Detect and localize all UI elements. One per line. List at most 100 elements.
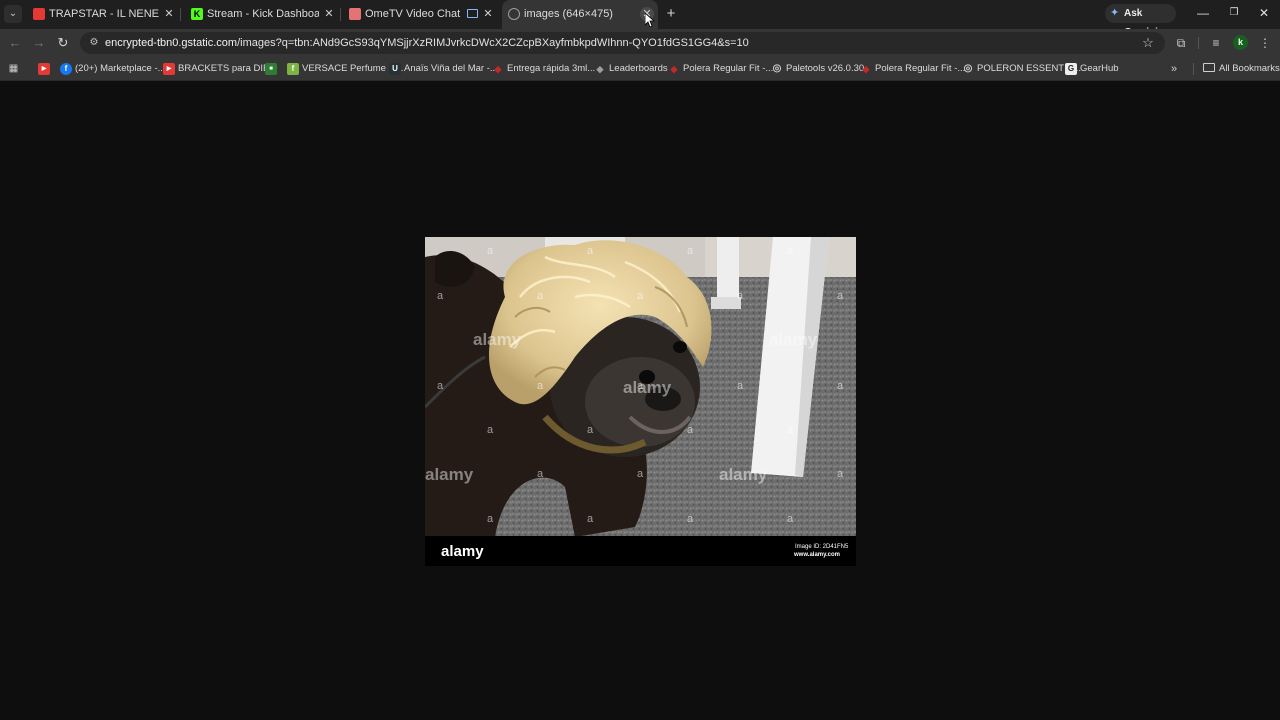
youtube-icon: ▶ (163, 63, 175, 75)
reload-icon: ↻ (57, 35, 69, 50)
bookmarks-bar: ▦ ▶ f (20+) Marketplace -... ▶ BRACKETS … (0, 57, 1280, 81)
watermark-letter: a (637, 290, 644, 302)
bookmark-item[interactable]: ■ (265, 62, 277, 76)
watermark-letter: a (837, 290, 844, 302)
close-icon[interactable]: ✕ (481, 7, 495, 21)
watermark-brand: alamy (473, 330, 522, 349)
media-playing-icon (467, 9, 478, 18)
ometv-icon (349, 8, 361, 20)
bookmark-label: Entrega rápida 3ml... (507, 63, 596, 74)
watermark-letter: a (637, 468, 644, 480)
tab-title: images (646×475) (524, 8, 613, 20)
close-icon[interactable]: ✕ (322, 7, 336, 21)
extensions-icon[interactable]: ⧉ (1173, 35, 1189, 51)
arrow-left-icon: ← (8, 35, 22, 50)
shop-icon: ◆ (670, 64, 678, 74)
store-icon: ■ (265, 63, 277, 75)
media-controls-icon[interactable]: ≡ (1208, 35, 1224, 51)
bookmark-label: Leaderboards (609, 63, 668, 74)
avatar[interactable]: k (1233, 35, 1248, 50)
watermark-letter: a (587, 245, 594, 257)
watermark-letter: a (787, 424, 794, 436)
watermark-brand: alamy (719, 465, 768, 484)
tab-images[interactable]: images (646×475) ✕ (502, 0, 658, 29)
bookmark-item[interactable]: ▶ (38, 62, 50, 76)
toolbar-divider (1198, 37, 1199, 49)
apps-grid-icon[interactable]: ▦ (7, 62, 20, 75)
tab-title: TRAPSTAR - IL NENE (VIDEO OFICIAL) (49, 8, 161, 20)
youtube-icon: ▶ (38, 63, 50, 75)
kick-icon: K (191, 8, 203, 20)
watermark-letter: a (537, 290, 544, 302)
arrow-right-icon: → (32, 35, 46, 50)
shop-icon: ◆ (862, 64, 870, 74)
stock-photo-pug-in-blonde-wig[interactable]: a a a a a a a a a a a a a a a a a a a a … (425, 237, 856, 566)
url-path: /images?q=tbn:ANd9GcS93qYMSjjrXzRIMJvrkc… (237, 37, 749, 49)
restore-button[interactable]: ❐ (1226, 5, 1242, 21)
folder-icon (1203, 63, 1215, 72)
bookmark-label: Paletools v26.0.30 (786, 63, 865, 74)
globe-icon (508, 8, 520, 20)
address-bar[interactable]: ⚙ encrypted-tbn0.gstatic.com/images?q=tb… (80, 32, 1165, 54)
back-button[interactable]: ← (7, 35, 23, 51)
tab-ometv[interactable]: OmeTV Video Chat — Omegle ✕ (343, 0, 499, 29)
all-bookmarks-button[interactable]: All Bookmarks (1203, 62, 1280, 76)
watermark-letter: a (437, 290, 444, 302)
watermark-letter: a (687, 513, 694, 525)
image-id-label: Image ID: 2D41FN5 (795, 544, 849, 550)
close-icon[interactable]: ✕ (162, 7, 176, 21)
watermark-brand: alamy (769, 330, 818, 349)
watermark-letter: a (737, 290, 744, 302)
tab-search-button[interactable]: ⌄ (4, 5, 22, 23)
watermark-brand: alamy (623, 378, 672, 397)
tab-divider (180, 8, 181, 21)
tab-strip: ⌄ TRAPSTAR - IL NENE (VIDEO OFICIAL) ✕ K… (0, 0, 1280, 38)
bookmark-label: Anaïs Viña del Mar -... (404, 63, 498, 74)
watermark-letter: a (787, 245, 794, 257)
watermark-letter: a (487, 513, 494, 525)
ask-gemini-button[interactable]: ✦ Ask Gemini (1105, 4, 1176, 38)
url-host: encrypted-tbn0.gstatic.com (105, 37, 238, 49)
site-label: www.alamy.com (793, 552, 840, 558)
bookmark-label: Polera Regular Fit -... (875, 63, 966, 74)
tab-trapstar[interactable]: TRAPSTAR - IL NENE (VIDEO OFICIAL) ✕ (27, 0, 179, 29)
new-tab-button[interactable]: + (663, 6, 679, 22)
chevron-down-icon: ⌄ (8, 8, 18, 19)
watermark-letter: a (587, 424, 594, 436)
bookmark-label: (20+) Marketplace -... (75, 63, 166, 74)
globe-icon: ◎ (772, 63, 782, 74)
leaderboard-icon: ◆ (596, 64, 604, 74)
watermark-letter: a (687, 245, 694, 257)
facebook-icon: f (60, 63, 72, 75)
reload-button[interactable]: ↻ (55, 35, 71, 51)
versace-icon: f (287, 63, 299, 75)
watermark-letter: a (837, 468, 844, 480)
url-text[interactable]: encrypted-tbn0.gstatic.com/images?q=tbn:… (105, 37, 749, 50)
globe-icon: ◎ (963, 63, 973, 74)
close-icon: ✕ (1258, 6, 1270, 20)
watermark-letter: a (537, 380, 544, 392)
watermark-letter: a (837, 380, 844, 392)
shop-icon: ◆ (494, 64, 502, 74)
mouse-cursor-icon (645, 13, 655, 27)
plus-icon: + (666, 5, 676, 22)
gemini-sparkle-icon: ✦ (1110, 7, 1120, 19)
minimize-button[interactable]: — (1195, 5, 1211, 21)
watermark-letter: a (537, 468, 544, 480)
bookmark-star-icon[interactable]: ☆ (1140, 35, 1156, 51)
watermark-letter: a (587, 513, 594, 525)
tab-kick-dashboard[interactable]: K Stream - Kick Dashboard ✕ (185, 0, 339, 29)
restore-icon: ❐ (1229, 7, 1239, 18)
forward-button[interactable]: → (31, 35, 47, 51)
more-menu-icon[interactable]: ⋮ (1257, 35, 1273, 51)
close-window-button[interactable]: ✕ (1256, 5, 1272, 21)
store-icon: U (389, 63, 401, 75)
tab-divider (340, 8, 341, 21)
all-bookmarks-label: All Bookmarks (1219, 63, 1280, 74)
bookmark-label: GearHub (1080, 63, 1119, 74)
site-settings-icon[interactable]: ⚙ (87, 36, 101, 50)
minimize-icon: — (1197, 6, 1209, 20)
watermark-letter: a (487, 245, 494, 257)
chevron-double-right-icon[interactable]: » (1171, 62, 1177, 76)
bookmark-label: Polera Regular Fit -... (683, 63, 774, 74)
